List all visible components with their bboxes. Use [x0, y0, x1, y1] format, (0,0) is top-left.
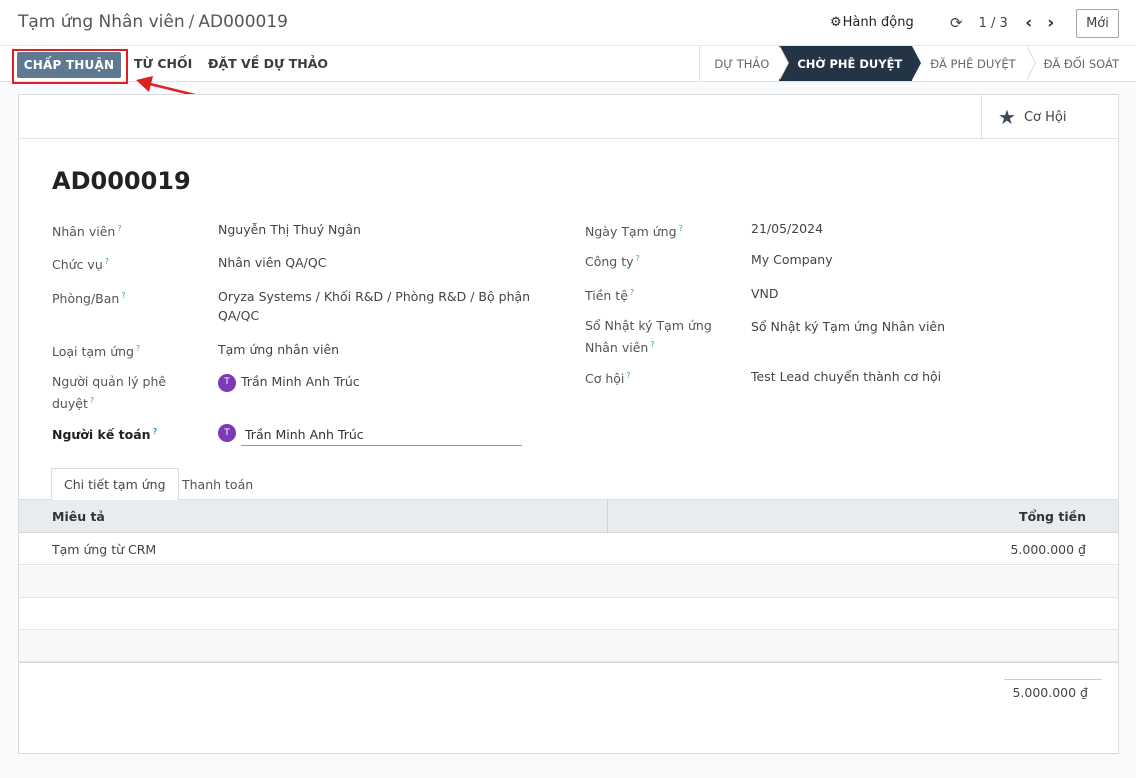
control-panel: Tạm ứng Nhân viên / AD000019 ⚙Hành động ⟳ …: [0, 0, 1136, 46]
total-divider: [1004, 679, 1102, 680]
record-title: AD000019: [52, 167, 191, 195]
table-row[interactable]: Tạm ứng từ CRM 5.000.000 ₫: [19, 533, 1118, 565]
advance-date-field[interactable]: 21/05/2024: [751, 219, 823, 238]
stage-draft-label: DỰ THẢO: [714, 56, 770, 71]
smart-button-box: ★ Cơ Hội: [19, 95, 1118, 139]
star-icon: ★: [998, 105, 1016, 129]
opportunity-field[interactable]: Test Lead chuyển thành cơ hội: [751, 367, 941, 386]
status-bar: CHẤP THUẬN TỪ CHỐI ĐẶT VỀ DỰ THẢO DỰ THẢ…: [0, 46, 1136, 82]
grand-total: 5.000.000 ₫: [1012, 685, 1088, 700]
stage-reconciled-label: ĐÃ ĐỐI SOÁT: [1043, 56, 1119, 71]
table-row-empty: [19, 598, 1118, 630]
approver-label: Người quản lý phê duyệt?: [52, 374, 167, 412]
advance-date-label: Ngày Tạm ứng?: [585, 224, 683, 240]
advance-type-field[interactable]: Tạm ứng nhân viên: [218, 340, 339, 359]
advance-type-label: Loại tạm ứng?: [52, 344, 141, 360]
table-row-empty: [19, 630, 1118, 662]
gear-icon: ⚙: [830, 15, 842, 30]
breadcrumb-separator: /: [188, 12, 195, 32]
column-header-total[interactable]: Tổng tiền: [1019, 500, 1086, 533]
currency-label: Tiền tệ?: [585, 288, 635, 304]
company-field[interactable]: My Company: [751, 250, 833, 269]
chevron-left-icon[interactable]: ‹: [1018, 15, 1040, 32]
column-divider: [607, 500, 608, 533]
table-header: Miêu tả Tổng tiền: [19, 500, 1118, 533]
department-field[interactable]: Oryza Systems / Khối R&D / Phòng R&D / B…: [218, 287, 530, 325]
employee-label: Nhân viên?: [52, 224, 122, 240]
table-bottom-border: [19, 662, 1118, 663]
action-menu-button[interactable]: ⚙Hành động: [830, 15, 914, 30]
breadcrumb-current: AD000019: [198, 12, 288, 32]
opportunity-smart-button-label: Cơ Hội: [1023, 109, 1067, 125]
pager: ⟳ 1 / 3 ‹ ›: [950, 14, 1062, 32]
currency-field[interactable]: VND: [751, 284, 779, 303]
action-menu-label: Hành động: [842, 15, 914, 30]
avatar: T: [218, 424, 236, 442]
tab-advance-details[interactable]: Chi tiết tạm ứng: [51, 468, 179, 501]
stage-draft[interactable]: DỰ THẢO: [699, 46, 790, 81]
company-label: Công ty?: [585, 254, 640, 270]
stage-pipeline: DỰ THẢO CHỜ PHÊ DUYỆT ĐÃ PHÊ DUYỆT ĐÃ ĐỐ…: [699, 46, 1136, 81]
row-total: 5.000.000 ₫: [1010, 541, 1086, 557]
stage-waiting-approval[interactable]: CHỜ PHÊ DUYỆT: [779, 46, 922, 81]
stage-waiting-approval-label: CHỜ PHÊ DUYỆT: [797, 56, 903, 71]
breadcrumb: Tạm ứng Nhân viên / AD000019: [18, 12, 288, 32]
stage-approved[interactable]: ĐÃ PHÊ DUYỆT: [912, 46, 1036, 81]
reset-to-draft-button[interactable]: ĐẶT VỀ DỰ THẢO: [208, 56, 328, 71]
reject-button[interactable]: TỪ CHỐI: [134, 56, 192, 71]
breadcrumb-parent-link[interactable]: Tạm ứng Nhân viên: [18, 12, 185, 32]
employee-field[interactable]: Nguyễn Thị Thuý Ngân: [218, 220, 361, 239]
position-field[interactable]: Nhân viên QA/QC: [218, 253, 326, 272]
notebook-tabs: Chi tiết tạm ứng Thanh toán: [19, 468, 1118, 501]
accountant-input[interactable]: Trần Minh Anh Trúc: [241, 426, 522, 446]
avatar: T: [218, 373, 236, 392]
pager-counter[interactable]: 1 / 3: [979, 16, 1008, 31]
refresh-icon[interactable]: ⟳: [950, 14, 963, 32]
department-label: Phòng/Ban?: [52, 291, 126, 307]
opportunity-smart-button[interactable]: ★ Cơ Hội: [981, 95, 1119, 139]
stage-reconciled[interactable]: ĐÃ ĐỐI SOÁT: [1025, 46, 1136, 81]
row-description: Tạm ứng từ CRM: [52, 541, 157, 557]
table-row-empty: [19, 566, 1118, 598]
chevron-right-icon[interactable]: ›: [1040, 15, 1062, 32]
opportunity-label: Cơ hội?: [585, 371, 631, 387]
approve-button[interactable]: CHẤP THUẬN: [17, 52, 121, 78]
position-label: Chức vụ?: [52, 257, 109, 273]
new-record-button[interactable]: Mới: [1076, 9, 1119, 38]
journal-field[interactable]: Sổ Nhật ký Tạm ứng Nhân viên: [751, 317, 945, 336]
form-sheet: ★ Cơ Hội AD000019 Nhân viên? Nguyễn Thị …: [18, 94, 1119, 754]
accountant-label: Người kế toán?: [52, 427, 158, 443]
approver-field[interactable]: T Trần Minh Anh Trúc: [218, 372, 360, 392]
column-header-description[interactable]: Miêu tả: [52, 500, 105, 533]
stage-approved-label: ĐÃ PHÊ DUYỆT: [930, 56, 1016, 71]
tab-payment[interactable]: Thanh toán: [170, 468, 265, 501]
journal-label: Sổ Nhật ký Tạm ứng Nhân viên?: [585, 318, 712, 356]
